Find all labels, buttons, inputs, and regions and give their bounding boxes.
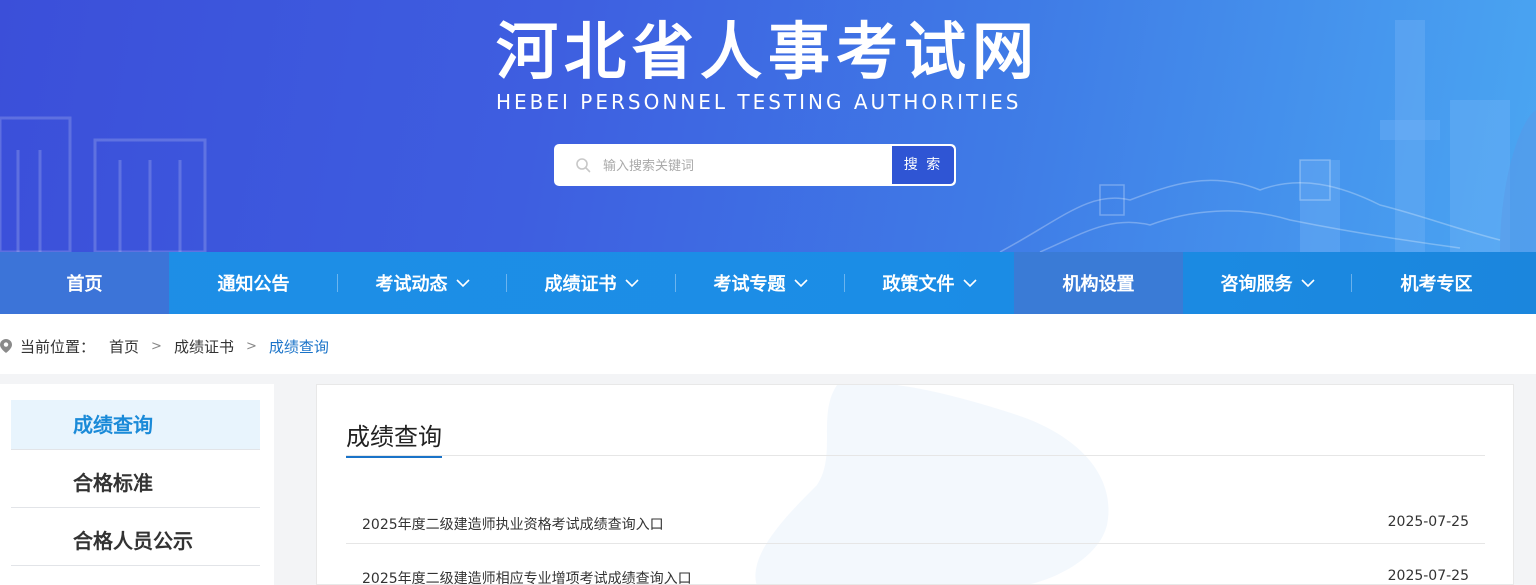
header-banner: 河北省人事考试网 HEBEI PERSONNEL TESTING AUTHORI…: [0, 0, 1536, 252]
chevron-down-icon: [455, 279, 470, 288]
nav-item-label: 首页: [66, 274, 103, 295]
location-pin-icon: [0, 339, 12, 353]
sidebar: 成绩查询 合格标准 合格人员公示: [0, 384, 274, 585]
list-item-date: 2025-07-25: [1387, 568, 1469, 584]
nav-item-label: 机考专区: [1400, 274, 1473, 295]
list-item-title[interactable]: 2025年度二级建造师相应专业增项考试成绩查询入口: [362, 568, 692, 584]
nav-item-scores-certificates[interactable]: 成绩证书: [507, 252, 676, 314]
chevron-down-icon: [793, 279, 808, 288]
panel-title: 成绩查询: [346, 417, 442, 458]
search-box: 搜 索: [554, 144, 956, 186]
breadcrumb-home-link[interactable]: 首页: [109, 336, 139, 357]
nav-item-organization[interactable]: 机构设置: [1014, 252, 1183, 314]
chevron-down-icon: [624, 279, 639, 288]
chevron-down-icon: [1300, 279, 1315, 288]
breadcrumb-separator: >: [245, 338, 257, 354]
chevron-down-icon: [962, 279, 977, 288]
nav-item-notices[interactable]: 通知公告: [169, 252, 338, 314]
breadcrumb-separator: >: [151, 338, 162, 354]
search-input[interactable]: [601, 149, 885, 183]
nav-item-home[interactable]: 首页: [0, 252, 169, 314]
nav-item-label: 考试动态: [375, 274, 448, 295]
sidebar-item-score-query[interactable]: 成绩查询: [11, 400, 260, 450]
site-subtitle: HEBEI PERSONNEL TESTING AUTHORITIES: [496, 90, 1022, 114]
nav-item-exam-topics[interactable]: 考试专题: [676, 252, 845, 314]
nav-item-label: 咨询服务: [1220, 274, 1293, 295]
search-icon: [576, 158, 591, 173]
site-title: 河北省人事考试网: [496, 15, 1041, 88]
main-panel: 成绩查询 2025年度二级建造师执业资格考试成绩查询入口 2025-07-25 …: [316, 384, 1514, 585]
nav-item-computer-exam[interactable]: 机考专区: [1352, 252, 1521, 314]
search-button[interactable]: 搜 索: [891, 145, 955, 185]
sidebar-item-qualification-standard[interactable]: 合格标准: [11, 458, 260, 508]
nav-item-label: 机构设置: [1062, 274, 1135, 295]
breadcrumb: 当前位置： 首页 > 成绩证书 > 成绩查询: [0, 330, 329, 362]
nav-item-label: 政策文件: [882, 274, 955, 295]
breadcrumb-scores-link[interactable]: 成绩证书: [174, 336, 234, 357]
nav-item-policy-documents[interactable]: 政策文件: [845, 252, 1014, 314]
nav-item-consulting[interactable]: 咨询服务: [1183, 252, 1352, 314]
main-nav: 首页 通知公告 考试动态 成绩证书 考试专题 政策文件 机构设置 咨询服务 机考…: [0, 252, 1536, 314]
list-item[interactable]: 2025年度二级建造师执业资格考试成绩查询入口 2025-07-25: [346, 490, 1485, 544]
nav-item-exam-news[interactable]: 考试动态: [338, 252, 507, 314]
list-item-date: 2025-07-25: [1387, 514, 1469, 530]
list-item-title[interactable]: 2025年度二级建造师执业资格考试成绩查询入口: [362, 514, 664, 534]
panel-divider: [346, 455, 1485, 456]
sidebar-item-qualified-list[interactable]: 合格人员公示: [11, 516, 260, 566]
list-item[interactable]: 2025年度二级建造师相应专业增项考试成绩查询入口 2025-07-25: [346, 544, 1485, 584]
nav-item-label: 考试专题: [713, 274, 786, 295]
nav-item-label: 通知公告: [217, 274, 290, 295]
breadcrumb-prefix: 当前位置：: [20, 337, 96, 356]
breadcrumb-current[interactable]: 成绩查询: [269, 336, 329, 357]
nav-item-label: 成绩证书: [544, 274, 617, 295]
